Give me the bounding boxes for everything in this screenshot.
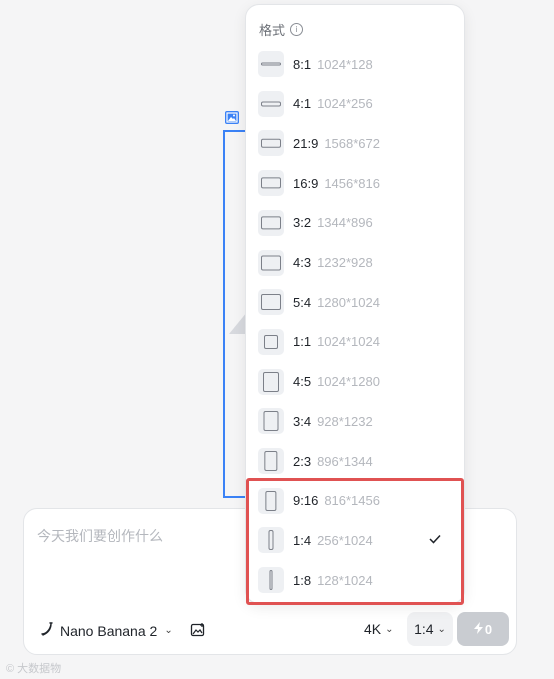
aspect-ratio-shape [261,255,281,270]
generate-button[interactable]: 0 [457,612,509,646]
format-option-3-4[interactable]: 3:4 928*1232 [258,406,454,436]
format-option-1-4[interactable]: 1:4 256*1024 [258,525,454,555]
format-option-resolution: 1568*672 [324,135,380,151]
format-option-resolution: 816*1456 [324,493,380,509]
format-option-label: 3:2 [293,215,312,231]
format-option-1-8[interactable]: 1:8 128*1024 [258,565,454,595]
resolution-label: 4K [364,621,382,637]
format-option-label: 8:1 [293,56,312,72]
ratio-label: 1:4 [414,621,434,637]
chevron-down-icon: ⌄ [164,625,173,636]
format-option-label: 4:1 [293,96,312,112]
aspect-ratio-shape [264,334,278,349]
format-option-resolution: 896*1344 [317,453,373,469]
image-icon [225,111,239,124]
format-option-resolution: 1232*928 [317,255,373,270]
format-option-label: 4:3 [293,255,312,270]
generate-cost: 0 [484,621,493,637]
format-option-resolution: 256*1024 [317,532,373,548]
format-option-label: 5:4 [293,294,312,310]
format-option-resolution: 1024*128 [317,56,373,72]
aspect-ratio-icon [258,328,284,355]
lightning-icon [473,621,483,637]
aspect-ratio-shape [261,139,281,148]
resolution-select[interactable]: 4K ⌄ [364,621,394,637]
aspect-ratio-icon [258,527,284,554]
aspect-ratio-shape [261,62,281,66]
format-option-resolution: 1024*1024 [317,334,380,350]
aspect-ratio-icon [258,209,284,236]
format-option-label: 3:4 [293,413,312,429]
format-option-resolution: 128*1024 [317,572,373,588]
format-option-label: 1:1 [293,334,312,350]
format-option-label: 21:9 [293,135,319,151]
aspect-ratio-icon [258,51,284,77]
format-option-5-4[interactable]: 5:4 1280*1024 [258,287,454,317]
aspect-ratio-shape [268,530,274,551]
aspect-ratio-icon [258,170,284,197]
aspect-ratio-shape [261,101,281,107]
format-option-label: 16:9 [293,175,319,191]
aspect-ratio-shape [264,451,278,471]
format-option-4-5[interactable]: 4:5 1024*1280 [258,367,454,397]
aspect-ratio-icon [258,289,284,316]
format-option-label: 4:5 [293,374,312,390]
aspect-ratio-icon [258,130,284,157]
aspect-ratio-shape [263,371,279,392]
format-option-resolution: 1024*256 [317,96,373,112]
aspect-ratio-icon [258,408,284,435]
format-option-9-16[interactable]: 9:16 816*1456 [258,486,454,516]
format-option-resolution: 1280*1024 [317,294,380,310]
info-icon[interactable]: i [290,23,304,36]
aspect-ratio-icon [258,448,284,474]
format-option-resolution: 1456*816 [324,175,380,191]
aspect-ratio-shape [261,177,281,189]
aspect-ratio-shape [261,294,281,311]
aspect-ratio-icon [258,90,284,117]
format-header: 格式 i [259,20,304,39]
aspect-ratio-icon [258,249,284,276]
model-label: Nano Banana 2 [60,622,158,639]
aspect-ratio-icon [258,487,284,514]
aspect-ratio-shape [269,570,273,591]
aspect-ratio-shape [265,490,277,511]
format-option-8-1[interactable]: 8:1 1024*128 [258,49,454,79]
format-dropdown: 格式 i 8:1 1024*128 4:1 1024*256 21:9 1568*672 1… [245,4,465,604]
image-upload-icon[interactable] [190,622,206,643]
format-option-label: 1:8 [293,572,312,588]
format-option-label: 9:16 [293,493,319,509]
ratio-select[interactable]: 1:4 ⌄ [407,612,453,646]
format-option-1-1[interactable]: 1:1 1024*1024 [258,327,454,357]
format-option-label: 2:3 [293,453,312,469]
aspect-ratio-icon [258,368,284,395]
aspect-ratio-icon [258,567,284,594]
chevron-down-icon: ⌄ [385,623,394,635]
aspect-ratio-shape [261,216,281,230]
format-option-resolution: 1344*896 [317,215,373,231]
format-option-4-1[interactable]: 4:1 1024*256 [258,89,454,119]
format-header-label: 格式 [259,23,286,38]
aspect-ratio-shape [263,411,279,432]
watermark: © 大数据物 [6,663,62,675]
chevron-down-icon: ⌄ [437,623,446,635]
format-option-3-2[interactable]: 3:2 1344*896 [258,208,454,238]
format-option-resolution: 928*1232 [317,413,373,429]
format-option-4-3[interactable]: 4:3 1232*928 [258,248,454,278]
check-icon [428,532,442,551]
model-select[interactable]: Nano Banana 2 ⌄ [39,621,173,640]
format-option-2-3[interactable]: 2:3 896*1344 [258,446,454,476]
prompt-input[interactable]: 今天我们要创作什么 [37,526,163,546]
format-option-resolution: 1024*1280 [317,374,380,390]
format-option-21-9[interactable]: 21:9 1568*672 [258,128,454,158]
banana-icon [39,621,55,640]
format-option-label: 1:4 [293,532,312,548]
format-option-16-9[interactable]: 16:9 1456*816 [258,168,454,198]
